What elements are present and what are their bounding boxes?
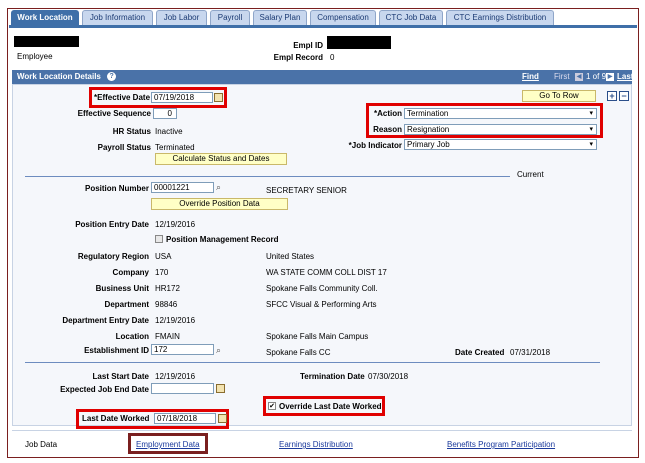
hr-status-value: Inactive — [155, 127, 183, 136]
company-value: 170 — [155, 268, 169, 277]
benefits-link[interactable]: Benefits Program Participation — [447, 440, 555, 449]
date-created-label: Date Created — [455, 348, 505, 357]
position-mgmt-label: Position Management Record — [166, 235, 279, 244]
reason-label: Reason — [373, 125, 402, 134]
search-icon-establishment[interactable]: ⌕ — [216, 345, 221, 356]
position-number-label: Position Number — [84, 184, 149, 193]
dept-entry-value: 12/19/2016 — [155, 316, 196, 325]
regulatory-region-value: USA — [155, 252, 172, 261]
last-link[interactable]: Last — [617, 70, 633, 84]
next-arrow-icon[interactable]: ▶ — [606, 73, 614, 81]
job-data-label: Job Data — [25, 440, 58, 449]
tab-underline — [9, 25, 637, 28]
action-label: *Action — [374, 109, 402, 118]
job-indicator-label: *Job Indicator — [348, 141, 402, 150]
last-start-label: Last Start Date — [92, 372, 149, 381]
effective-date-input[interactable]: 07/19/2018 — [151, 92, 213, 103]
tab-job-labor[interactable]: Job Labor — [156, 10, 207, 25]
empl-id-redacted — [327, 36, 391, 49]
tab-ctc-earnings-distribution[interactable]: CTC Earnings Distribution — [446, 10, 554, 25]
reason-select[interactable]: Resignation — [404, 124, 597, 135]
position-description: SECRETARY SENIOR — [266, 186, 347, 195]
tab-job-information[interactable]: Job Information — [82, 10, 153, 25]
tab-ctc-job-data[interactable]: CTC Job Data — [379, 10, 443, 25]
effective-date-label: *Effective Date — [94, 93, 151, 102]
add-row-icon[interactable]: + — [607, 91, 617, 101]
location-value: FMAIN — [155, 332, 180, 341]
company-desc: WA STATE COMM COLL DIST 17 — [266, 268, 387, 277]
override-last-date-label: Override Last Date Worked — [279, 402, 382, 411]
payroll-status-label: Payroll Status — [97, 143, 151, 152]
action-select[interactable]: Termination — [404, 108, 597, 119]
delete-row-icon[interactable]: − — [619, 91, 629, 101]
go-to-row-button[interactable]: Go To Row — [522, 90, 596, 102]
location-label: Location — [115, 332, 149, 341]
establishment-label: Establishment ID — [84, 346, 149, 355]
last-date-worked-label: Last Date Worked — [82, 414, 150, 423]
first-label: First — [554, 72, 570, 81]
effective-sequence-input[interactable]: 0 — [153, 108, 177, 119]
prev-arrow-icon[interactable]: ◀ — [575, 73, 583, 81]
employee-label: Employee — [17, 52, 53, 61]
business-unit-desc: Spokane Falls Community Coll. — [266, 284, 378, 293]
regulatory-region-label: Regulatory Region — [77, 252, 149, 261]
position-mgmt-checkbox[interactable] — [155, 235, 163, 243]
department-desc: SFCC Visual & Performing Arts — [266, 300, 377, 309]
calendar-icon[interactable] — [214, 93, 223, 102]
company-label: Company — [112, 268, 149, 277]
divider-1 — [25, 176, 510, 177]
empl-record-value: 0 — [330, 53, 335, 62]
empl-record-label: Empl Record — [273, 53, 323, 62]
business-unit-value: HR172 — [155, 284, 180, 293]
position-entry-label: Position Entry Date — [75, 220, 149, 229]
department-label: Department — [104, 300, 149, 309]
location-desc: Spokane Falls Main Campus — [266, 332, 369, 341]
override-position-button[interactable]: Override Position Data — [151, 198, 288, 210]
date-created-value: 07/31/2018 — [510, 348, 551, 357]
effective-sequence-label: Effective Sequence — [77, 109, 151, 118]
termination-label: Termination Date — [300, 372, 365, 381]
expected-end-input[interactable] — [151, 383, 214, 394]
calendar-icon-last-date[interactable] — [218, 414, 227, 423]
tab-compensation[interactable]: Compensation — [310, 10, 376, 25]
payroll-status-value: Terminated — [155, 143, 195, 152]
position-number-input[interactable]: 00001221 — [151, 182, 214, 193]
override-last-date-checkbox[interactable]: ✔ — [268, 402, 276, 410]
department-value: 98846 — [155, 300, 178, 309]
calendar-icon-expected-end[interactable] — [216, 384, 225, 393]
expected-end-label: Expected Job End Date — [60, 385, 149, 394]
tab-salary-plan[interactable]: Salary Plan — [253, 10, 307, 25]
job-indicator-select[interactable]: Primary Job — [404, 139, 597, 150]
search-icon[interactable]: ⌕ — [216, 182, 221, 193]
tab-payroll[interactable]: Payroll — [210, 10, 250, 25]
earnings-distribution-link[interactable]: Earnings Distribution — [279, 440, 353, 449]
establishment-input[interactable]: 172 — [151, 344, 214, 355]
business-unit-label: Business Unit — [95, 284, 149, 293]
work-location-details-header: Work Location Details ? Find First ◀ 1 o… — [12, 70, 633, 84]
regulatory-region-desc: United States — [266, 252, 315, 261]
divider-2 — [25, 362, 600, 363]
tab-work-location[interactable]: Work Location — [11, 10, 79, 25]
help-icon[interactable]: ? — [107, 72, 117, 82]
row-count: 1 of 9 — [586, 72, 607, 81]
last-start-value: 12/19/2016 — [155, 372, 196, 381]
hr-status-label: HR Status — [112, 127, 151, 136]
section-title: Work Location Details — [17, 72, 101, 81]
establishment-desc: Spokane Falls CC — [266, 348, 331, 357]
calculate-status-button[interactable]: Calculate Status and Dates — [155, 153, 287, 165]
employment-data-link[interactable]: Employment Data — [136, 440, 200, 449]
current-label: Current — [517, 170, 544, 179]
find-link[interactable]: Find — [522, 70, 539, 84]
last-date-worked-input[interactable]: 07/18/2018 — [154, 413, 216, 424]
dept-entry-label: Department Entry Date — [62, 316, 149, 325]
position-entry-value: 12/19/2016 — [155, 220, 196, 229]
empl-id-label: Empl ID — [293, 41, 323, 50]
termination-value: 07/30/2018 — [368, 372, 409, 381]
employee-name-redacted — [14, 36, 79, 47]
